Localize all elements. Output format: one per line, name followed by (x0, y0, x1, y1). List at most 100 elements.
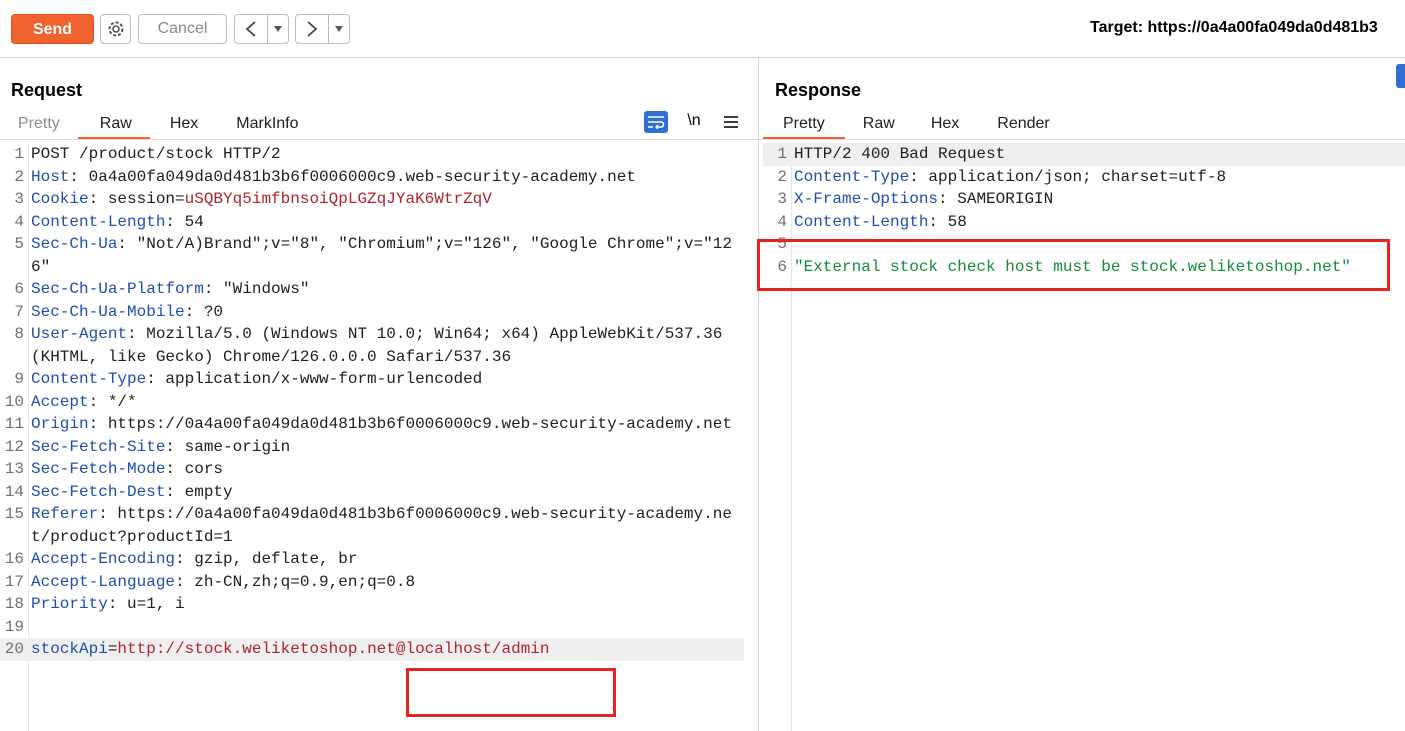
line-number: 13 (4, 460, 24, 478)
code-line: 17 Accept-Language: zh-CN,zh;q=0.9,en;q=0… (0, 571, 744, 594)
code-line: 15 Referer: https://0a4a00fa049da0d481b3b… (0, 503, 744, 548)
line-number: 15 (4, 505, 24, 523)
code-line: 12 Sec-Fetch-Site: same-origin (0, 436, 744, 459)
code-line: 3 Cookie: session=uSQBYq5imfbnsoiQpLGZqJY… (0, 188, 744, 211)
tab-request-raw[interactable]: Raw (77, 110, 150, 139)
send-button[interactable]: Send (11, 14, 94, 44)
header-value: zh-CN,zh;q=0.9,en;q=0.8 (194, 572, 416, 591)
tab-request-pretty[interactable]: Pretty (0, 110, 78, 139)
header-value: "Not/A)Brand";v="8", "Chromium";v="126",… (31, 235, 732, 276)
line-text: Accept-Encoding: gzip, deflate, br (31, 548, 357, 571)
response-title: Response (775, 80, 862, 100)
line-text (31, 616, 41, 639)
tab-request-markinfo[interactable]: MarkInfo (214, 110, 316, 139)
line-number: 4 (777, 212, 787, 231)
header-name: Accept-Language (31, 572, 176, 591)
line-number: 6 (14, 280, 24, 298)
line-number: 3 (777, 190, 787, 208)
line-text: stockApi=http://stock.weliketoshop.net@l… (31, 638, 550, 661)
colon: : (88, 392, 108, 411)
code-line: 7 Sec-Ch-Ua-Mobile: ?0 (0, 301, 744, 324)
header-name: Cookie (31, 190, 89, 208)
request-highlight-box (406, 668, 616, 717)
chevron-left-icon (245, 21, 256, 37)
settings-button[interactable] (100, 14, 131, 44)
line-text: Accept: */* (31, 391, 137, 414)
tab-request-hex[interactable]: Hex (150, 110, 214, 139)
header-value: u=1, i (127, 595, 185, 613)
forward-button[interactable] (296, 15, 329, 43)
code-line: 8 User-Agent: Mozilla/5.0 (Windows NT 10.… (0, 323, 744, 368)
toolbar: Send Cancel Target: https://0a4a00fa049d… (0, 0, 1405, 58)
pane-divider[interactable] (758, 57, 759, 731)
code-line: 2 Host: 0a4a00fa049da0d481b3b6f0006000c9.… (0, 166, 744, 189)
header-value: POST /product/stock HTTP/2 (31, 145, 281, 163)
line-text: Accept-Language: zh-CN,zh;q=0.9,en;q=0.8 (31, 571, 415, 594)
tab-response-hex[interactable]: Hex (911, 110, 977, 139)
wrap-icon (648, 116, 665, 129)
line-text: Content-Length: 54 (31, 211, 204, 234)
line-text: Host: 0a4a00fa049da0d481b3b6f0006000c9.w… (31, 166, 636, 189)
colon: : (175, 550, 195, 568)
cancel-button[interactable]: Cancel (138, 14, 227, 44)
header-name: Accept (31, 392, 89, 411)
colon: : (165, 460, 185, 478)
line-text: Content-Type: application/x-www-form-url… (31, 368, 482, 391)
target-url: Target: https://0a4a00fa049da0d481b3 (1090, 19, 1378, 36)
equals-sign: = (107, 640, 118, 658)
request-editor[interactable]: 1 POST /product/stock HTTP/2 2 Host: 0a4a00… (0, 143, 744, 661)
code-line: 20 stockApi=http://stock.weliketoshop.net… (0, 638, 744, 661)
wrap-lines-button[interactable] (644, 111, 668, 133)
header-name: Content-Type (794, 167, 910, 186)
header-value: SAMEORIGIN (957, 190, 1054, 208)
header-name: User-Agent (31, 325, 128, 343)
gear-icon (108, 21, 123, 37)
param-value: http://stock.weliketoshop.net@localhost/… (117, 640, 550, 658)
line-text: POST /product/stock HTTP/2 (31, 143, 281, 166)
code-line: 10 Accept: */* (0, 391, 744, 414)
hamburger-menu-icon (724, 116, 738, 128)
tab-response-raw[interactable]: Raw (845, 110, 911, 139)
code-line: 18 Priority: u=1, i (0, 593, 744, 616)
back-history-dropdown[interactable] (268, 15, 288, 43)
colon: : (203, 280, 224, 298)
code-line: 6 Sec-Ch-Ua-Platform: "Windows" (0, 278, 744, 301)
colon: : (928, 212, 948, 231)
inspector-toggle[interactable] (1396, 64, 1405, 88)
back-button[interactable] (235, 15, 268, 43)
line-number: 2 (777, 167, 787, 186)
colon: : (938, 190, 958, 208)
forward-history-dropdown[interactable] (329, 15, 349, 43)
menu-button[interactable] (720, 111, 742, 133)
line-number: 18 (4, 595, 24, 613)
header-value: */* (107, 392, 137, 411)
header-value: "Windows" (223, 280, 310, 298)
line-number: 1 (14, 145, 24, 163)
header-name: Sec-Ch-Ua-Platform (31, 280, 204, 298)
tab-response-render[interactable]: Render (977, 110, 1067, 139)
header-value: session= (107, 190, 185, 208)
line-number: 20 (4, 640, 24, 658)
code-line: 5 Sec-Ch-Ua: "Not/A)Brand";v="8", "Chromi… (0, 233, 744, 278)
code-line: 3 X-Frame-Options: SAMEORIGIN (763, 188, 1405, 211)
colon: : (165, 437, 185, 456)
colon: : (165, 212, 185, 231)
colon: : (88, 190, 108, 208)
header-name: Sec-Fetch-Mode (31, 460, 166, 478)
line-number: 11 (4, 415, 24, 433)
back-nav-group (234, 14, 289, 44)
line-number: 7 (14, 302, 24, 321)
code-line: 1 HTTP/2 400 Bad Request (763, 143, 1405, 166)
header-value: application/json; charset=utf-8 (928, 167, 1227, 186)
header-value: ?0 (203, 302, 224, 321)
header-value: 0a4a00fa049da0d481b3b6f0006000c9.web-sec… (88, 167, 636, 186)
header-name: Origin (31, 415, 89, 433)
line-text: Origin: https://0a4a00fa049da0d481b3b6f0… (31, 413, 732, 436)
line-text: Sec-Fetch-Dest: empty (31, 481, 233, 504)
line-number: 19 (4, 617, 24, 636)
show-newlines-button[interactable]: \n (682, 110, 706, 132)
line-number: 2 (14, 167, 24, 186)
line-number: 4 (14, 212, 24, 231)
tab-response-pretty[interactable]: Pretty (763, 110, 845, 139)
line-text: X-Frame-Options: SAMEORIGIN (794, 188, 1053, 211)
